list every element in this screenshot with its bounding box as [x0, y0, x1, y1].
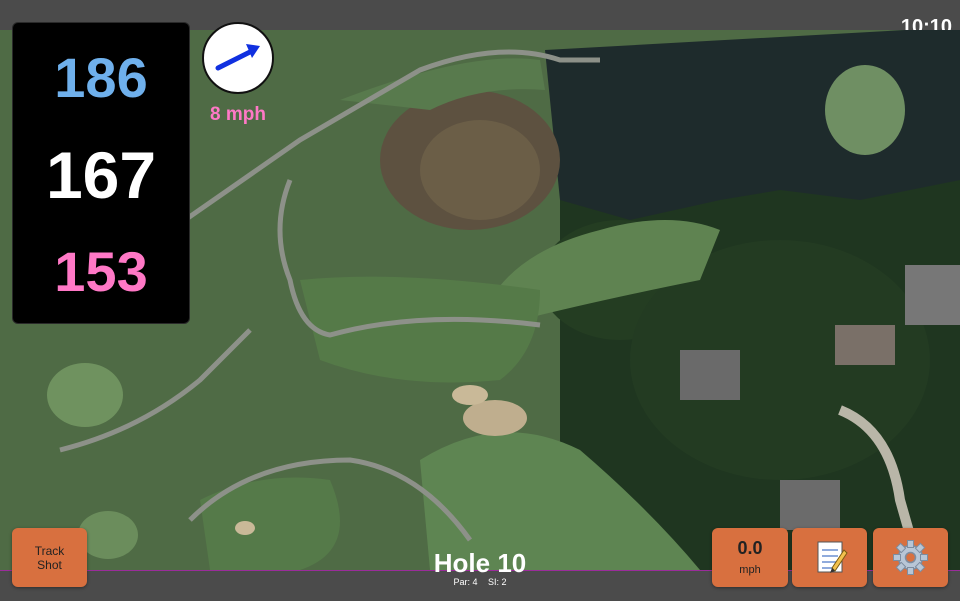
track-shot-button[interactable]: Track Shot — [12, 528, 87, 587]
gear-icon — [893, 540, 928, 575]
front-distance: 153 — [54, 240, 148, 303]
hole-details: Par: 4 SI: 2 — [400, 577, 560, 587]
hole-title: Hole 10 — [433, 548, 527, 578]
track-shot-label-line1: Track — [34, 544, 65, 558]
hole-par: Par: 4 — [453, 577, 478, 587]
middle-distance: 167 — [45, 138, 157, 212]
settings-button[interactable] — [873, 528, 948, 587]
back-distance: 186 — [54, 46, 148, 109]
distance-panel: 186 167 153 — [12, 22, 190, 324]
notepad-icon — [817, 541, 848, 573]
wind-speed-value: 0.0 — [737, 538, 763, 558]
notes-button[interactable] — [792, 528, 867, 587]
wind-speed-button[interactable]: 0.0 mph — [712, 528, 788, 587]
arrow-icon — [215, 44, 260, 71]
track-shot-label-line2: Shot — [37, 558, 62, 572]
wind-speed-unit: mph — [739, 564, 761, 576]
wind-direction-compass — [202, 22, 274, 94]
wind-speed-label: 8 mph — [210, 104, 266, 125]
hole-stroke-index: SI: 2 — [488, 577, 507, 587]
